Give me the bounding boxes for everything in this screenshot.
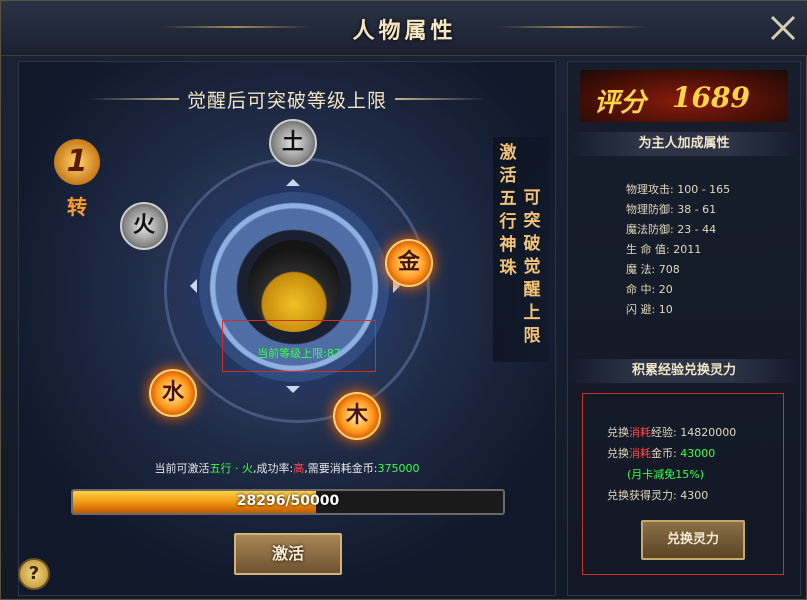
consume-label: 消耗	[629, 426, 651, 439]
level-orb	[248, 240, 340, 332]
info-rate-label: ,成功率:	[253, 462, 294, 475]
element-metal-orb[interactable]: 金	[385, 239, 433, 287]
exp-progress-text: 28296/50000	[236, 493, 340, 509]
stat-row: 生 命 值: 2011	[626, 243, 702, 256]
vertical-text-activate: 激 活 五 行 神 珠	[497, 142, 519, 280]
vertical-char: 觉	[523, 257, 541, 277]
vertical-char: 可	[523, 188, 541, 208]
exp-progress-bar: 28296/50000	[71, 489, 505, 515]
bonus-attributes-title: 为主人加成属性	[568, 132, 800, 156]
vertical-char: 破	[523, 234, 541, 254]
text: 兑换	[607, 426, 629, 439]
vertical-char: 突	[523, 211, 541, 231]
exchange-gain-line: 兑换获得灵力: 4300	[607, 489, 709, 502]
exchange-details: 兑换消耗经验: 14820000 兑换消耗金币: 43000 (月卡减免15%)…	[607, 422, 736, 506]
text: 兑换	[607, 447, 629, 460]
score-label: 评分	[594, 88, 647, 118]
awaken-banner: 觉醒后可突破等级上限	[186, 90, 387, 112]
level-cap-box: 当前等级上限:87	[222, 320, 376, 372]
score-value: 1689	[672, 81, 750, 114]
gold-value: 43000	[680, 447, 716, 460]
close-icon	[770, 15, 796, 41]
close-button[interactable]	[766, 11, 800, 45]
stat-row: 魔法防御: 23 - 44	[626, 223, 717, 236]
exchange-exp-line: 兑换消耗经验: 14820000	[607, 422, 736, 443]
arrow-left-icon	[183, 279, 197, 293]
exchange-title: 积累经验兑换灵力	[568, 359, 800, 383]
exchange-spirit-button[interactable]: 兑换灵力	[641, 520, 745, 560]
exp-value: 经验: 14820000	[651, 426, 737, 439]
stats-list: 物理攻击: 100 - 165 物理防御: 38 - 61 魔法防御: 23 -…	[626, 180, 730, 320]
vertical-char: 激	[499, 143, 517, 163]
vertical-char: 醒	[523, 280, 541, 300]
stat-row: 魔 法: 708	[626, 263, 680, 276]
info-rate: 高	[293, 462, 305, 475]
stat-row: 物理攻击: 100 - 165	[626, 183, 731, 196]
vertical-char: 上	[523, 303, 541, 323]
level-cap-text: 当前等级上限:87	[257, 347, 341, 360]
attributes-panel: 评分 1689 为主人加成属性 物理攻击: 100 - 165 物理防御: 38…	[567, 61, 801, 596]
info-gold-label: ,需要消耗金币:	[304, 462, 378, 475]
rebirth-number: 1	[54, 139, 100, 185]
exchange-gold-line: 兑换消耗金币: 43000	[607, 443, 736, 464]
gold-label: 金币:	[651, 447, 681, 460]
arrow-up-icon	[286, 172, 300, 186]
vertical-char: 行	[499, 212, 517, 232]
activation-info: 当前可激活五行 · 火,成功率:高,需要消耗金币:375000	[19, 460, 555, 476]
window-title: 人物属性	[352, 19, 457, 44]
stat-row: 物理防御: 38 - 61	[626, 203, 717, 216]
consume-label: 消耗	[629, 447, 651, 460]
info-element: 五行 · 火	[209, 462, 254, 475]
monthly-card-note: (月卡减免15%)	[627, 468, 705, 481]
element-water-orb[interactable]: 水	[149, 369, 197, 417]
vertical-text-breakthrough: 可 突 破 觉 醒 上 限	[521, 187, 543, 348]
rebirth-label: 转	[67, 195, 87, 219]
title-bar: 人物属性	[1, 1, 807, 56]
score-banner: 评分 1689	[580, 70, 788, 122]
arrow-down-icon	[286, 386, 300, 400]
info-prefix: 当前可激活	[154, 462, 210, 475]
help-icon[interactable]: ?	[18, 558, 50, 590]
exchange-box: 兑换消耗经验: 14820000 兑换消耗金币: 43000 (月卡减免15%)…	[582, 393, 784, 575]
vertical-char: 五	[499, 189, 517, 209]
stat-row: 闪 避: 10	[626, 303, 673, 316]
rebirth-badge: 1 转	[49, 139, 105, 220]
character-attributes-window: 人物属性 觉醒后可突破等级上限 1 转 土 火 金 水 木 当前等级上限:87	[0, 0, 807, 600]
element-fire-orb[interactable]: 火	[120, 202, 168, 250]
info-gold: 375000	[377, 462, 420, 475]
vertical-char: 限	[523, 326, 541, 346]
element-earth-orb[interactable]: 土	[269, 119, 317, 167]
vertical-char: 神	[499, 235, 517, 255]
stat-row: 命 中: 20	[626, 283, 673, 296]
awaken-panel: 觉醒后可突破等级上限 1 转 土 火 金 水 木 当前等级上限:87 激 活 五…	[18, 61, 556, 596]
vertical-char: 活	[499, 166, 517, 186]
vertical-char: 珠	[499, 258, 517, 278]
activate-button[interactable]: 激活	[234, 533, 342, 575]
element-wood-orb[interactable]: 木	[333, 392, 381, 440]
